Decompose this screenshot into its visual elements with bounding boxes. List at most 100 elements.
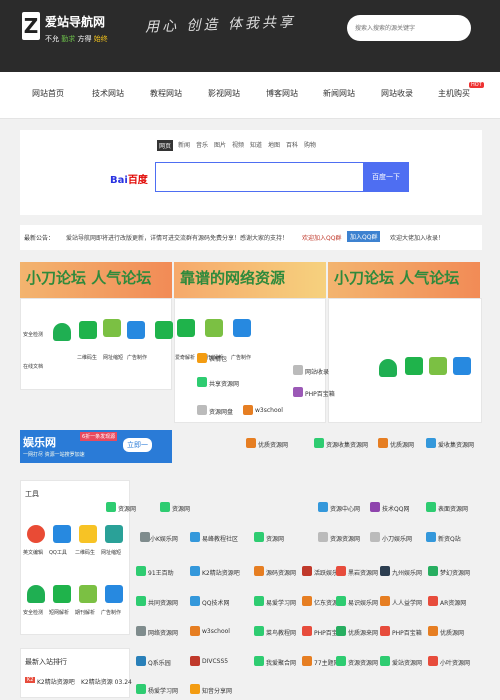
- notice-link[interactable]: 欢迎加入QQ群: [302, 233, 341, 242]
- join-qq-button[interactable]: 加入QQ群: [347, 231, 381, 242]
- search-input[interactable]: [155, 162, 363, 192]
- search-tab-music[interactable]: 音乐: [196, 140, 208, 149]
- shield-icon[interactable]: [53, 323, 71, 341]
- site-link[interactable]: 易爱学习网: [266, 598, 296, 607]
- ad-banner[interactable]: 小刀论坛 人气论坛: [328, 262, 480, 298]
- iqiyi-icon[interactable]: [155, 321, 173, 339]
- site-link[interactable]: 源码资源网: [266, 568, 296, 577]
- site-link[interactable]: 共同资源网: [148, 598, 178, 607]
- site-link[interactable]: 优质源网: [390, 440, 414, 449]
- site-link[interactable]: 爱收集资源网: [438, 440, 474, 449]
- site-favicon: [293, 387, 303, 397]
- site-link[interactable]: 表面资源网: [438, 504, 468, 513]
- site-link[interactable]: 资源中心网: [330, 504, 360, 513]
- site-name[interactable]: 爱站导航网: [45, 13, 105, 30]
- site-favicon: [370, 532, 380, 542]
- logo-icon[interactable]: Z: [22, 12, 40, 40]
- search-tab-images[interactable]: 图片: [214, 140, 226, 149]
- z-icon[interactable]: [53, 525, 71, 543]
- search-button[interactable]: 百度一下: [363, 162, 409, 192]
- site-link[interactable]: 易峰教程社区: [202, 534, 238, 543]
- site-link[interactable]: 网络资源网: [148, 628, 178, 637]
- site-link[interactable]: 优质源来网: [348, 628, 378, 637]
- search-tab-baike[interactable]: 百科: [286, 140, 298, 149]
- iqiyi-icon[interactable]: [79, 321, 97, 339]
- q-icon[interactable]: [233, 319, 251, 337]
- site-link[interactable]: DIVCSS5: [202, 658, 228, 665]
- site-link[interactable]: AR资源网: [440, 598, 466, 607]
- site-link[interactable]: 资源资源网: [330, 534, 360, 543]
- search-tab-shopping[interactable]: 购物: [304, 140, 316, 149]
- site-link[interactable]: 杨爱学习网: [148, 686, 178, 695]
- site-link[interactable]: w3school: [202, 628, 230, 635]
- search-tab-map[interactable]: 地图: [268, 140, 280, 149]
- shield-icon[interactable]: [379, 359, 397, 377]
- shield-icon[interactable]: [27, 585, 45, 603]
- site-link[interactable]: 共享资源网: [209, 379, 239, 388]
- iqiyi-icon[interactable]: [53, 585, 71, 603]
- iqiyi-icon[interactable]: [405, 357, 423, 375]
- site-link[interactable]: 知音分享网: [202, 686, 232, 695]
- site-favicon: [336, 626, 346, 636]
- site-link[interactable]: 资源网盘: [209, 407, 233, 416]
- site-link[interactable]: 技术QQ网: [382, 504, 409, 513]
- game-icon[interactable]: [205, 319, 223, 337]
- site-link[interactable]: 优质源网: [440, 628, 464, 637]
- game-icon[interactable]: [429, 357, 447, 375]
- site-link[interactable]: 资源收集资源网: [326, 440, 368, 449]
- site-link[interactable]: 黑岩资源网: [348, 568, 378, 577]
- nav-item-tutorial[interactable]: 教程网站: [150, 88, 182, 99]
- iqiyi-icon[interactable]: [177, 319, 195, 337]
- site-link[interactable]: w3school: [255, 407, 283, 414]
- yule-button[interactable]: 立即一: [123, 438, 152, 452]
- site-link[interactable]: 小刀娱乐网: [382, 534, 412, 543]
- site-link[interactable]: 我爱聚合网: [266, 658, 296, 667]
- nav-item-blog[interactable]: 博客网站: [266, 88, 298, 99]
- tool-label: 英文编辑: [23, 550, 44, 556]
- rank-item[interactable]: K2精站资源吧: [37, 677, 75, 686]
- site-link[interactable]: 优质资源网: [258, 440, 288, 449]
- site-link[interactable]: 梦幻资源网: [440, 568, 470, 577]
- game-icon[interactable]: [103, 319, 121, 337]
- site-link[interactable]: 菜鸟教程网: [266, 628, 296, 637]
- game-icon[interactable]: [79, 585, 97, 603]
- ad-banner[interactable]: 靠谱的网络资源: [174, 262, 326, 298]
- top-search-input[interactable]: [355, 15, 465, 41]
- q-icon[interactable]: [453, 357, 471, 375]
- site-link[interactable]: 资源资源网: [348, 658, 378, 667]
- qrcode-icon[interactable]: [79, 525, 97, 543]
- site-link[interactable]: 91王百助: [148, 568, 174, 577]
- nav-item-home[interactable]: 网站首页: [32, 88, 64, 99]
- site-link[interactable]: 九州娱乐网: [392, 568, 422, 577]
- site-link[interactable]: PHP百宝箱: [305, 389, 335, 398]
- tool-label: QQ工具: [49, 550, 67, 556]
- site-link[interactable]: 资源网: [118, 504, 136, 513]
- search-tab-web[interactable]: 网页: [157, 140, 174, 151]
- site-link[interactable]: PHP百宝箱: [392, 628, 422, 637]
- nav-item-video[interactable]: 影视网站: [208, 88, 240, 99]
- yule-banner[interactable]: 娱乐网 6折一条发现源 一网打尽 资源一站搜罗加速 立即一: [20, 430, 172, 463]
- site-link[interactable]: 网站收录: [305, 367, 329, 376]
- nav-item-news[interactable]: 新闻网站: [323, 88, 355, 99]
- site-link[interactable]: 新资Q站: [438, 534, 461, 543]
- site-link[interactable]: K2精站资源吧: [202, 568, 240, 577]
- site-link[interactable]: 爱站资源网: [392, 658, 422, 667]
- site-link[interactable]: QQ技术网: [202, 598, 229, 607]
- site-link[interactable]: 表情包: [209, 354, 227, 363]
- site-link[interactable]: 易识娱乐网: [348, 598, 378, 607]
- search-tab-news[interactable]: 新闻: [178, 140, 190, 149]
- site-link[interactable]: 人人益学网: [392, 598, 422, 607]
- nav-item-submit[interactable]: 网站收录: [381, 88, 413, 99]
- site-link[interactable]: 小叶资源网: [440, 658, 470, 667]
- q-icon[interactable]: [127, 321, 145, 339]
- site-link[interactable]: 小K娱乐网: [150, 534, 178, 543]
- site-link[interactable]: 资源网: [266, 534, 284, 543]
- nav-item-tech[interactable]: 技术网站: [92, 88, 124, 99]
- site-link[interactable]: 资源网: [172, 504, 190, 513]
- site-link[interactable]: Q系乐园: [148, 658, 171, 667]
- red-circle-icon[interactable]: [27, 525, 45, 543]
- search-tab-video[interactable]: 视频: [232, 140, 244, 149]
- ad-banner[interactable]: 小刀论坛 人气论坛: [20, 262, 172, 298]
- nav-item-hosting[interactable]: 主机购买: [438, 88, 470, 99]
- search-tab-zhidao[interactable]: 知道: [250, 140, 262, 149]
